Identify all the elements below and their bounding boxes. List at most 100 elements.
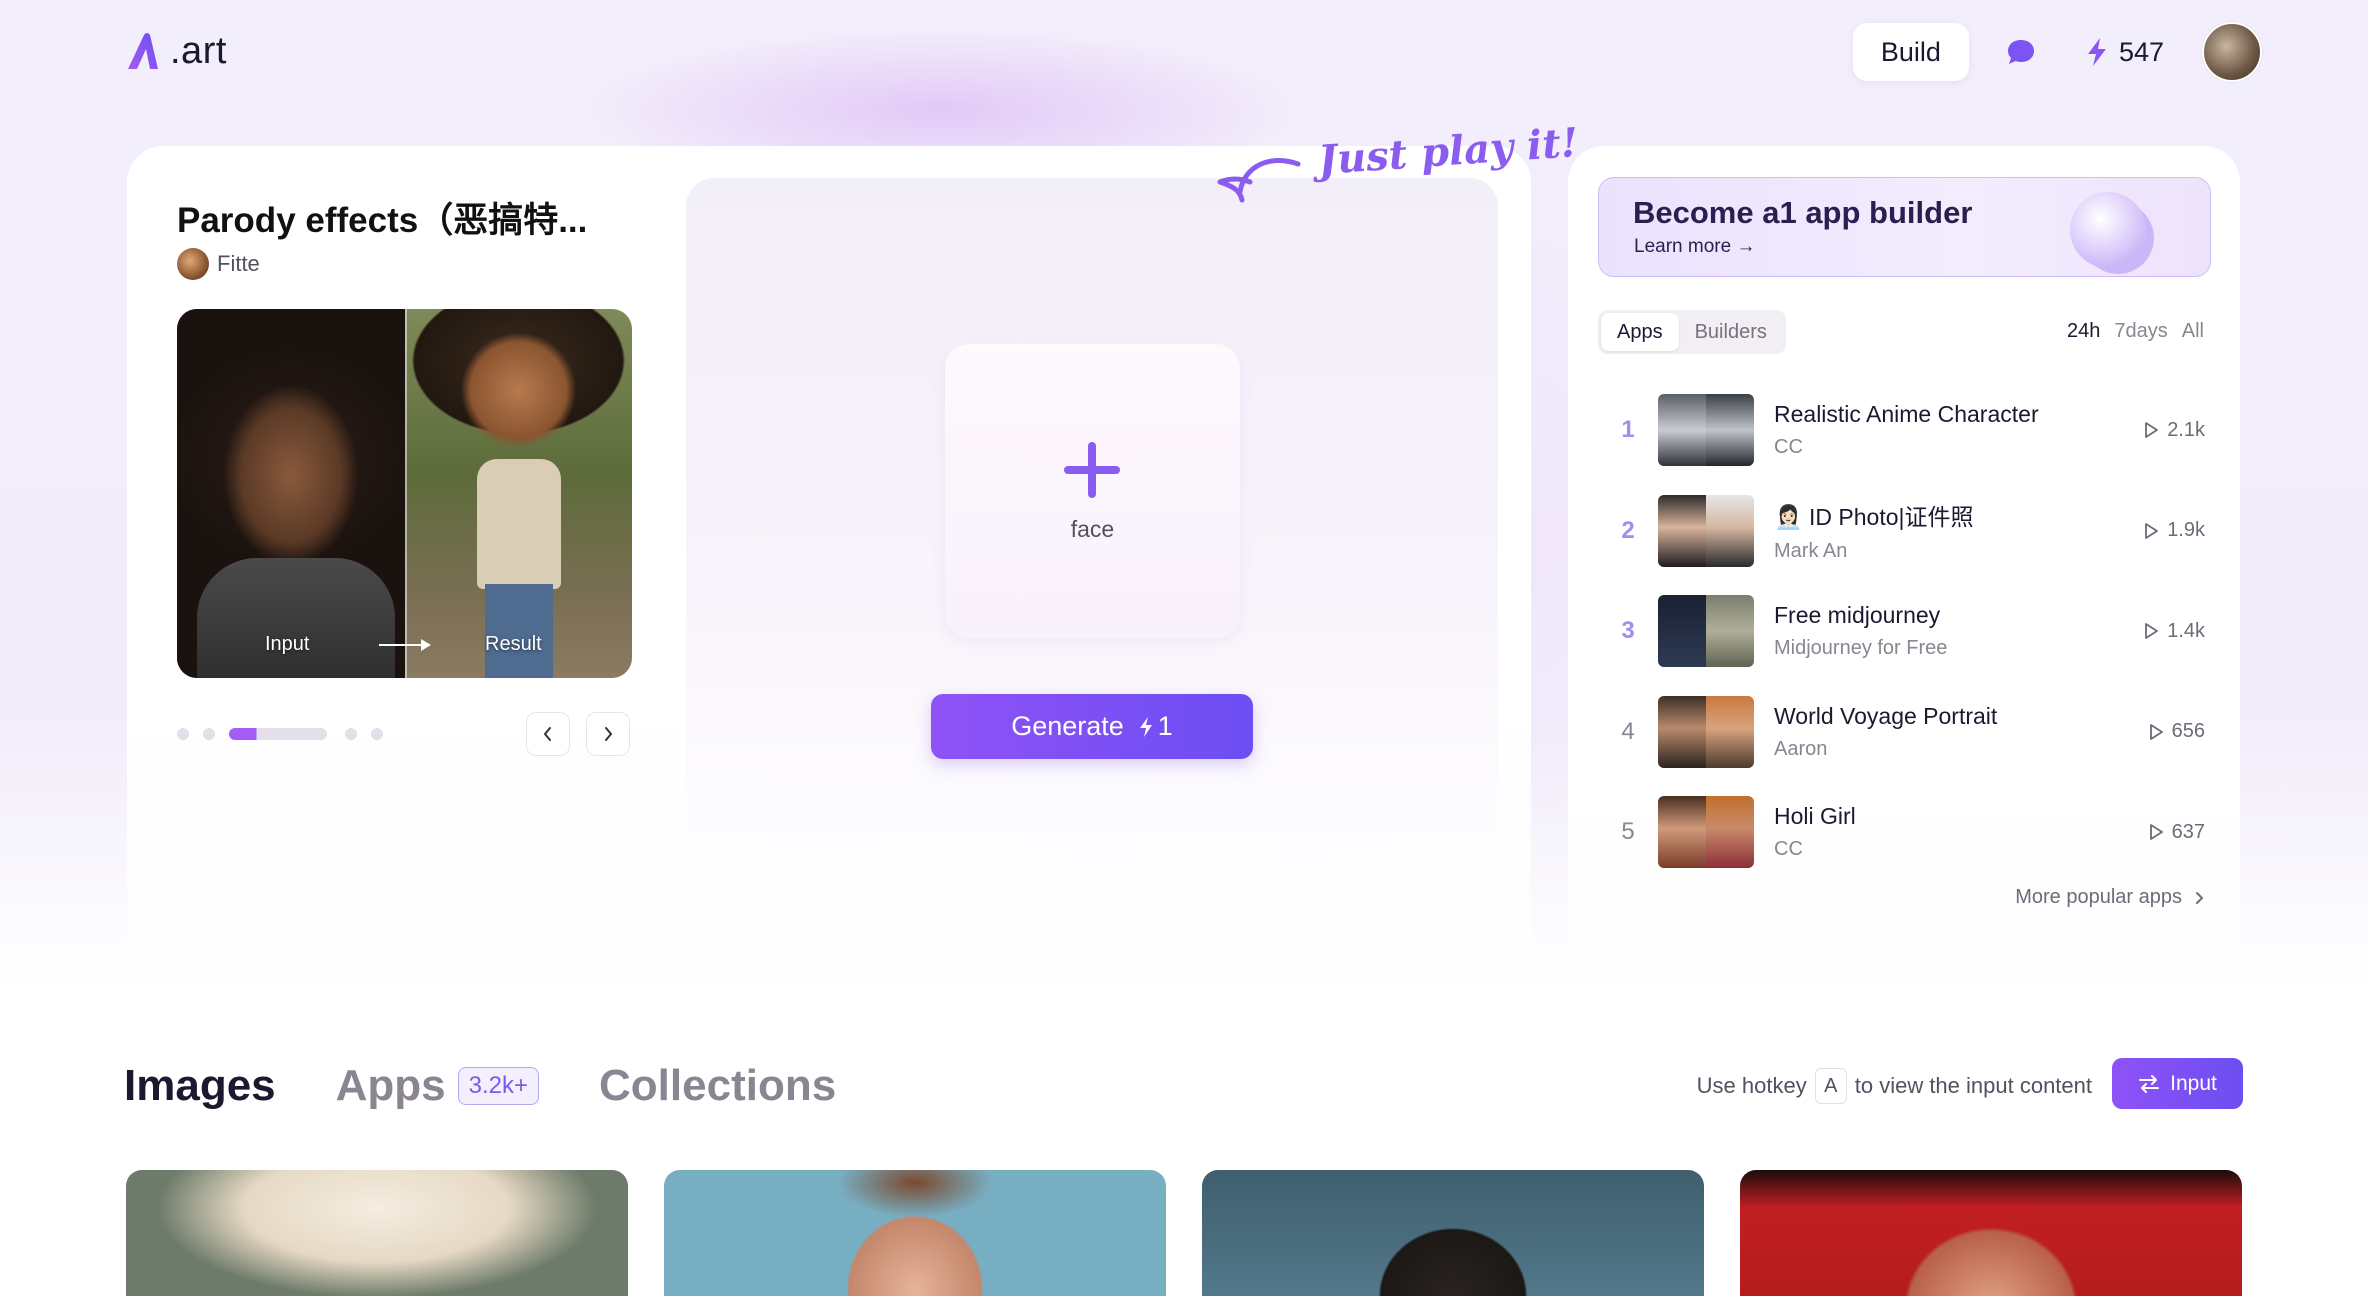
rank-number: 4	[1621, 717, 1635, 745]
app-author: Mark An	[1774, 540, 1848, 563]
gallery-image[interactable]	[664, 1170, 1166, 1296]
carousel-prev-button[interactable]	[526, 712, 570, 756]
build-button[interactable]: Build	[1852, 23, 1969, 81]
preview-input-image	[177, 309, 405, 678]
app-name: Free midjourney	[1774, 602, 1941, 629]
author-avatar	[177, 248, 209, 280]
play-count: 1.9k	[2143, 519, 2205, 542]
list-item[interactable]: 1 Realistic Anime Character CC 2.1k	[1598, 380, 2211, 481]
carousel-dot-active[interactable]	[229, 728, 327, 740]
generate-label: Generate	[1011, 711, 1124, 741]
header-actions: Build 547	[1852, 22, 2262, 82]
hotkey-hint: Use hotkey A to view the input content	[1697, 1067, 2092, 1105]
carousel-dot[interactable]	[371, 728, 383, 740]
hotkey-suffix: to view the input content	[1854, 1073, 2092, 1098]
credit-balance[interactable]: 547	[2071, 22, 2186, 82]
app-title: Parody effects（恶搞特...	[177, 201, 588, 240]
hotkey-prefix: Use hotkey	[1696, 1073, 1807, 1098]
gallery-image[interactable]	[1740, 1170, 2242, 1296]
curved-arrow-icon	[1217, 158, 1301, 203]
upload-label: face	[1070, 516, 1115, 542]
feed-tabs: Images Apps 3.2k+ Collections	[124, 1058, 896, 1114]
carousel-indicator	[177, 726, 397, 742]
promo-title: Become a1 app builder	[1633, 195, 1973, 230]
play-icon	[2145, 522, 2159, 539]
app-author: Aaron	[1774, 737, 1828, 760]
lightning-icon	[1139, 716, 1152, 737]
preview-result-image	[404, 309, 632, 678]
carousel-dot[interactable]	[345, 728, 357, 740]
logo-mark-icon	[128, 33, 158, 69]
generate-button[interactable]: Generate 1	[931, 694, 1253, 759]
gallery-image[interactable]	[126, 1170, 628, 1296]
more-popular-apps-link[interactable]: More popular apps	[2015, 886, 2204, 909]
range-all[interactable]: All	[2182, 320, 2204, 343]
play-count: 656	[2148, 720, 2205, 743]
image-gallery	[126, 1170, 2242, 1296]
rank-number: 3	[1621, 617, 1635, 645]
list-item[interactable]: 2 👩🏻‍💼 ID Photo|证件照 Mark An 1.9k	[1598, 481, 2211, 582]
play-count: 1.4k	[2143, 620, 2205, 643]
arrow-right-icon	[379, 639, 431, 651]
tab-builders[interactable]: Builders	[1679, 313, 1783, 351]
carousel-dot[interactable]	[177, 728, 189, 740]
logo[interactable]: .art	[124, 26, 227, 76]
app-author: CC	[1774, 838, 1803, 861]
swap-icon	[2139, 1074, 2160, 1093]
logo-text: .art	[170, 29, 227, 72]
input-button-label: Input	[2170, 1071, 2217, 1095]
chevron-left-icon	[543, 727, 551, 741]
app-thumbnail	[1658, 695, 1754, 768]
generate-cost: 1	[1138, 711, 1173, 742]
list-item[interactable]: 4 World Voyage Portrait Aaron 656	[1598, 682, 2211, 783]
play-icon	[2145, 422, 2159, 439]
app-name: Holi Girl	[1774, 803, 1856, 830]
face-upload[interactable]: face	[945, 344, 1240, 638]
tab-collections[interactable]: Collections	[599, 1061, 836, 1111]
play-count: 637	[2148, 821, 2205, 844]
builder-promo-banner[interactable]: Become a1 app builder Learn more →	[1598, 177, 2211, 277]
app-name: Realistic Anime Character	[1774, 401, 2039, 428]
time-range-filter: 24h 7days All	[2053, 320, 2204, 343]
example-preview: Input Result	[177, 309, 632, 678]
annotation-text: Just play it!	[1316, 118, 1580, 185]
range-7days[interactable]: 7days	[2114, 320, 2167, 343]
popular-apps-list: 1 Realistic Anime Character CC 2.1k 2 👩🏻…	[1598, 380, 2211, 883]
author-name: Fitte	[217, 251, 260, 276]
preview-result-label: Result	[485, 633, 542, 655]
carousel-dot[interactable]	[203, 728, 215, 740]
rank-number: 5	[1621, 818, 1635, 846]
input-toggle-button[interactable]: Input	[2112, 1058, 2243, 1109]
list-item[interactable]: 3 Free midjourney Midjourney for Free 1.…	[1598, 581, 2211, 682]
play-icon	[2145, 623, 2159, 640]
play-icon	[2149, 723, 2163, 740]
play-icon	[2149, 824, 2163, 841]
messages-button[interactable]	[1991, 22, 2051, 82]
play-count: 2.1k	[2143, 419, 2205, 442]
chevron-right-icon	[605, 727, 613, 741]
rank-number: 2	[1621, 516, 1635, 544]
app-thumbnail	[1658, 494, 1754, 567]
app-thumbnail	[1658, 394, 1754, 467]
hotkey-key: A	[1814, 1068, 1847, 1104]
rank-number: 1	[1621, 416, 1635, 444]
chevron-right-icon	[2196, 891, 2204, 904]
range-24h[interactable]: 24h	[2067, 320, 2100, 343]
tab-apps[interactable]: Apps	[1601, 313, 1679, 351]
gallery-image[interactable]	[1202, 1170, 1704, 1296]
tab-images[interactable]: Images	[124, 1061, 276, 1111]
app-author: CC	[1774, 436, 1803, 459]
user-avatar[interactable]	[2202, 22, 2262, 82]
app-author[interactable]: Fitte	[177, 248, 260, 280]
apps-count-badge: 3.2k+	[457, 1067, 540, 1105]
app-thumbnail	[1658, 796, 1754, 869]
chat-bubble-icon	[2007, 40, 2034, 64]
app-name: 👩🏻‍💼 ID Photo|证件照	[1774, 504, 1974, 531]
credit-count: 547	[2118, 36, 2164, 67]
tab-apps[interactable]: Apps 3.2k+	[336, 1061, 540, 1111]
list-item[interactable]: 5 Holi Girl CC 637	[1598, 782, 2211, 883]
carousel-next-button[interactable]	[586, 712, 630, 756]
ranking-type-toggle: Apps Builders	[1598, 310, 1786, 354]
more-popular-apps-label: More popular apps	[2015, 886, 2182, 908]
promo-learn-more-link[interactable]: Learn more →	[1634, 236, 1755, 258]
